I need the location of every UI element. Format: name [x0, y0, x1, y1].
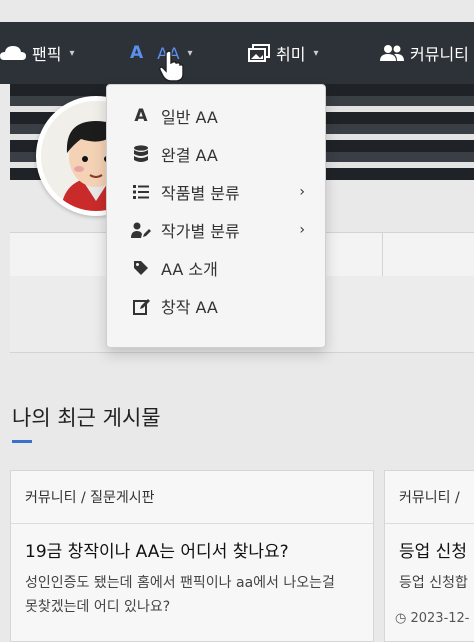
- menu-item-general-aa[interactable]: A 일반 AA: [107, 97, 325, 135]
- menu-item-label: 창작 AA: [161, 298, 218, 317]
- post-category[interactable]: 커뮤니티 / 질문게시판: [25, 487, 155, 507]
- menu-item-completed-aa[interactable]: 완결 AA: [107, 135, 325, 173]
- menu-item-by-author[interactable]: 작가별 분류 ›: [107, 211, 325, 249]
- post-category[interactable]: 커뮤니티 /: [399, 487, 460, 507]
- post-title[interactable]: 등업 신청: [399, 537, 467, 562]
- post-card[interactable]: 커뮤니티 / 질문게시판 19금 창작이나 AA는 어디서 찾나요? 성인인증도…: [10, 470, 374, 642]
- menu-item-by-work[interactable]: 작품별 분류 ›: [107, 173, 325, 211]
- section-title: 나의 최근 게시물: [12, 406, 161, 430]
- post-card[interactable]: 커뮤니티 / 등업 신청 등업 신청합 ◷ 2023-12-: [384, 470, 474, 642]
- post-card-header: 커뮤니티 / 질문게시판: [11, 471, 373, 524]
- nav-hobby[interactable]: 취미 ▾: [248, 22, 318, 84]
- chevron-right-icon: ›: [299, 222, 305, 238]
- nav-hobby-label: 취미: [276, 45, 306, 64]
- menu-item-aa-intro[interactable]: AA 소개: [107, 249, 325, 287]
- post-card-header: 커뮤니티 /: [385, 471, 474, 524]
- menu-item-label: AA 소개: [161, 260, 218, 279]
- list-icon: [131, 182, 151, 202]
- clock-icon: ◷: [395, 611, 407, 626]
- menu-item-label: 일반 AA: [161, 108, 218, 127]
- aa-dropdown-menu: A 일반 AA 완결 AA 작품별 분류 › 작가별 분류 › AA 소개 창작…: [106, 84, 326, 348]
- nav-community[interactable]: 커뮤니티: [380, 22, 469, 84]
- nav-fanfic[interactable]: 팬픽 ▾: [0, 22, 74, 84]
- chevron-down-icon: ▾: [187, 47, 193, 59]
- top-navbar: 팬픽 ▾ A AA ▾ 취미 ▾ 커뮤니티: [0, 22, 474, 84]
- profile-tab[interactable]: [382, 233, 474, 277]
- post-time-text: 2023-12-: [410, 611, 470, 626]
- chevron-right-icon: ›: [299, 184, 305, 200]
- post-title[interactable]: 19금 창작이나 AA는 어디서 찾나요?: [25, 537, 289, 562]
- post-snippet: 성인인증도 됐는데 홈에서 팬픽이나 aa에서 나오는걸 못찾겠는데 어디 있나…: [25, 575, 335, 615]
- menu-item-label: 작품별 분류: [161, 184, 240, 203]
- chevron-down-icon: ▾: [313, 47, 319, 59]
- users-icon: [380, 44, 404, 62]
- font-a-icon: A: [130, 43, 144, 63]
- tag-icon: [131, 258, 151, 278]
- chevron-down-icon: ▾: [69, 47, 75, 59]
- cloud-icon: [0, 44, 26, 62]
- post-snippet: 등업 신청합: [399, 575, 468, 591]
- post-time: ◷ 2023-12-: [395, 611, 470, 626]
- nav-fanfic-label: 팬픽: [32, 45, 62, 64]
- font-icon: A: [134, 106, 148, 126]
- user-edit-icon: [131, 220, 151, 240]
- menu-item-create-aa[interactable]: 창작 AA: [107, 287, 325, 325]
- nav-community-label: 커뮤니티: [410, 45, 469, 64]
- section-underline: [12, 440, 32, 443]
- images-icon: [248, 44, 270, 62]
- menu-item-label: 완결 AA: [161, 146, 218, 165]
- hand-cursor-icon: [158, 50, 184, 82]
- database-icon: [131, 144, 151, 164]
- edit-icon: [131, 296, 151, 316]
- menu-item-label: 작가별 분류: [161, 222, 240, 241]
